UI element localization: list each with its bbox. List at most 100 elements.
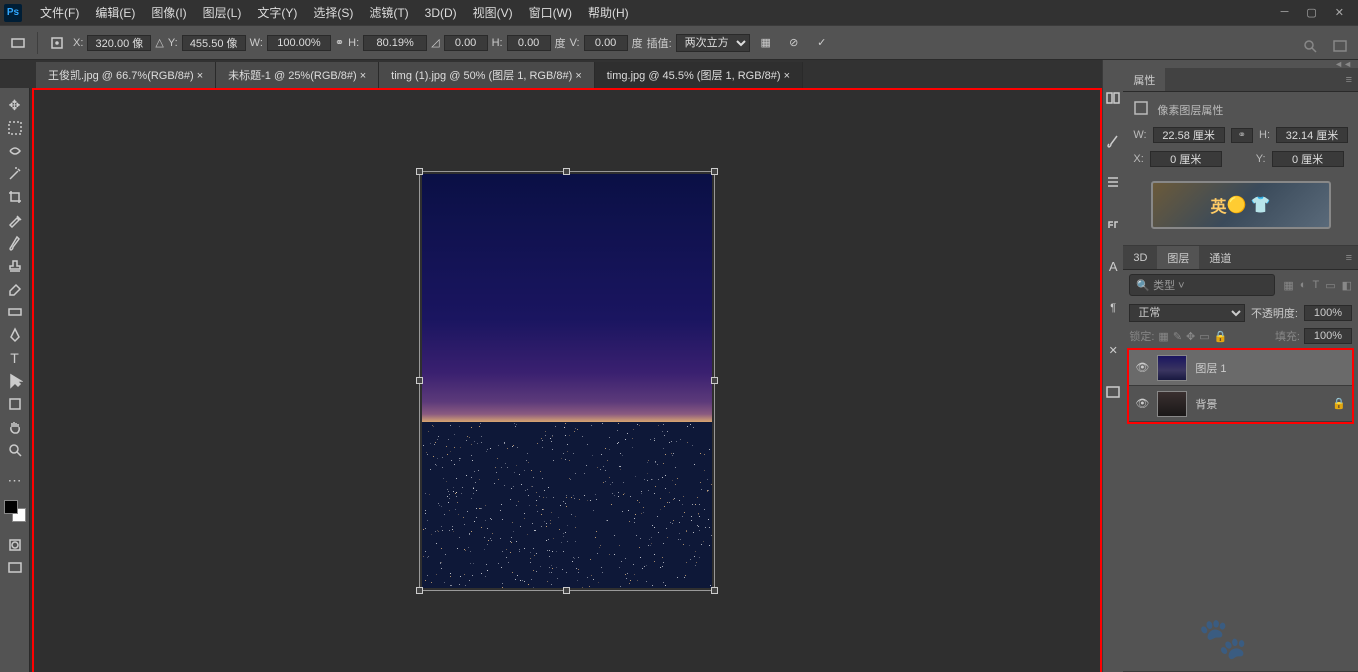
filter-smart-icon[interactable]: ◧ <box>1342 279 1352 292</box>
menu-filter[interactable]: 滤镜(T) <box>361 4 416 21</box>
quickmask-tool[interactable] <box>3 534 27 556</box>
dock-para-icon[interactable]: ¶ <box>1103 298 1123 318</box>
canvas-area[interactable] <box>32 88 1102 672</box>
eraser-tool[interactable] <box>3 278 27 300</box>
link-wh-icon[interactable]: ⚭ <box>1231 128 1253 143</box>
doc-tab-3[interactable]: timg.jpg @ 45.5% (图层 1, RGB/8#) × <box>595 62 803 88</box>
menu-3d[interactable]: 3D(D) <box>417 6 465 20</box>
gradient-tool[interactable] <box>3 301 27 323</box>
lock-position-icon[interactable]: ✥ <box>1186 330 1195 343</box>
layer-thumbnail[interactable] <box>1157 355 1187 381</box>
lock-artboard-icon[interactable]: ▭ <box>1199 330 1209 343</box>
filter-pixel-icon[interactable]: ▦ <box>1283 279 1293 292</box>
properties-menu-icon[interactable]: ≡ <box>1340 74 1358 86</box>
pen-tool[interactable] <box>3 324 27 346</box>
filter-adjust-icon[interactable]: ◐ <box>1300 279 1307 292</box>
close-icon[interactable]: ✕ <box>1335 6 1344 19</box>
doc-tab-1[interactable]: 未标题-1 @ 25%(RGB/8#) × <box>216 62 379 88</box>
screenmode-tool[interactable] <box>3 557 27 579</box>
prop-h-input[interactable] <box>1276 127 1348 143</box>
dock-adjust-icon[interactable] <box>1103 172 1123 192</box>
menu-type[interactable]: 文字(Y) <box>249 4 305 21</box>
menu-select[interactable]: 选择(S) <box>305 4 361 21</box>
menu-view[interactable]: 视图(V) <box>465 4 521 21</box>
blend-mode-select[interactable]: 正常 <box>1129 304 1245 322</box>
layers-menu-icon[interactable]: ≡ <box>1340 252 1358 264</box>
x-input[interactable] <box>87 35 151 51</box>
edit-toolbar[interactable]: ⋯ <box>3 469 27 491</box>
search-icon[interactable] <box>1302 38 1318 57</box>
layer-item-0[interactable]: 👁 图层 1 <box>1129 350 1352 386</box>
menu-window[interactable]: 窗口(W) <box>521 4 580 21</box>
type-tool[interactable]: T <box>3 347 27 369</box>
handle-mid-left[interactable] <box>416 377 423 384</box>
stamp-tool[interactable] <box>3 255 27 277</box>
lock-all-icon[interactable]: 🔒 <box>1214 330 1228 343</box>
dock-brush-icon[interactable] <box>1103 130 1123 150</box>
handle-top-center[interactable] <box>563 168 570 175</box>
tab-3d[interactable]: 3D <box>1123 246 1157 269</box>
tab-channels[interactable]: 通道 <box>1199 246 1241 269</box>
dock-tools-icon[interactable]: ✕ <box>1103 340 1123 360</box>
layer-name[interactable]: 背景 <box>1195 396 1217 412</box>
maximize-icon[interactable]: ▢ <box>1306 6 1316 19</box>
menu-image[interactable]: 图像(I) <box>143 4 194 21</box>
dock-history-icon[interactable] <box>1103 88 1123 108</box>
lock-paint-icon[interactable]: ✎ <box>1173 330 1182 343</box>
w-input[interactable] <box>267 35 331 51</box>
menu-help[interactable]: 帮助(H) <box>580 4 637 21</box>
layer-thumbnail[interactable] <box>1157 391 1187 417</box>
hskew-input[interactable] <box>507 35 551 51</box>
layer-filter-select[interactable]: 🔍 类型 ˅ <box>1129 274 1275 296</box>
layer-item-1[interactable]: 👁 背景 🔒 <box>1129 386 1352 422</box>
hand-tool[interactable] <box>3 416 27 438</box>
properties-tab[interactable]: 属性 <box>1123 68 1165 91</box>
interp-select[interactable]: 两次立方 <box>676 34 750 52</box>
doc-tab-0[interactable]: 王俊凯.jpg @ 66.7%(RGB/8#) × <box>36 62 216 88</box>
move-tool[interactable]: ✥ <box>3 94 27 116</box>
minimize-icon[interactable]: ─ <box>1281 6 1289 19</box>
lasso-tool[interactable] <box>3 140 27 162</box>
doc-tab-2[interactable]: timg (1).jpg @ 50% (图层 1, RGB/8#) × <box>379 62 595 88</box>
handle-top-left[interactable] <box>416 168 423 175</box>
delta-icon[interactable]: △ <box>155 36 163 49</box>
menu-edit[interactable]: 编辑(E) <box>87 4 143 21</box>
dock-type-icon[interactable]: A <box>1103 256 1123 276</box>
y-input[interactable] <box>182 35 246 51</box>
path-select-tool[interactable] <box>3 370 27 392</box>
crop-tool[interactable] <box>3 186 27 208</box>
handle-bottom-left[interactable] <box>416 587 423 594</box>
marquee-tool[interactable] <box>3 117 27 139</box>
warp-icon[interactable]: ▦ <box>754 31 778 55</box>
zoom-tool[interactable] <box>3 439 27 461</box>
menu-file[interactable]: 文件(F) <box>32 4 87 21</box>
visibility-icon[interactable]: 👁 <box>1135 361 1149 375</box>
handle-mid-right[interactable] <box>711 377 718 384</box>
fill-input[interactable]: 100% <box>1304 328 1352 344</box>
vskew-input[interactable] <box>584 35 628 51</box>
tab-layers[interactable]: 图层 <box>1157 246 1199 269</box>
reference-point-icon[interactable] <box>45 31 69 55</box>
cancel-transform-icon[interactable]: ⊘ <box>782 31 806 55</box>
layer-name[interactable]: 图层 1 <box>1195 360 1226 376</box>
wand-tool[interactable] <box>3 163 27 185</box>
menu-layer[interactable]: 图层(L) <box>195 4 250 21</box>
transform-selection[interactable] <box>422 174 712 588</box>
color-swatch[interactable] <box>4 500 26 522</box>
collapse-panels[interactable]: ◄◄ <box>1123 60 1358 68</box>
handle-bottom-center[interactable] <box>563 587 570 594</box>
handle-bottom-right[interactable] <box>711 587 718 594</box>
angle-input[interactable] <box>444 35 488 51</box>
filter-type-icon[interactable]: T <box>1312 279 1319 292</box>
lock-pixels-icon[interactable]: ▦ <box>1158 330 1168 343</box>
dock-panel-icon[interactable] <box>1103 382 1123 402</box>
prop-y-input[interactable] <box>1272 151 1344 167</box>
filter-shape-icon[interactable]: ▭ <box>1325 279 1335 292</box>
opacity-input[interactable]: 100% <box>1304 305 1352 321</box>
eyedropper-tool[interactable] <box>3 209 27 231</box>
prop-w-input[interactable] <box>1153 127 1225 143</box>
shape-tool[interactable] <box>3 393 27 415</box>
visibility-icon[interactable]: 👁 <box>1135 397 1149 411</box>
h-input[interactable] <box>363 35 427 51</box>
dock-char-icon[interactable] <box>1103 214 1123 234</box>
